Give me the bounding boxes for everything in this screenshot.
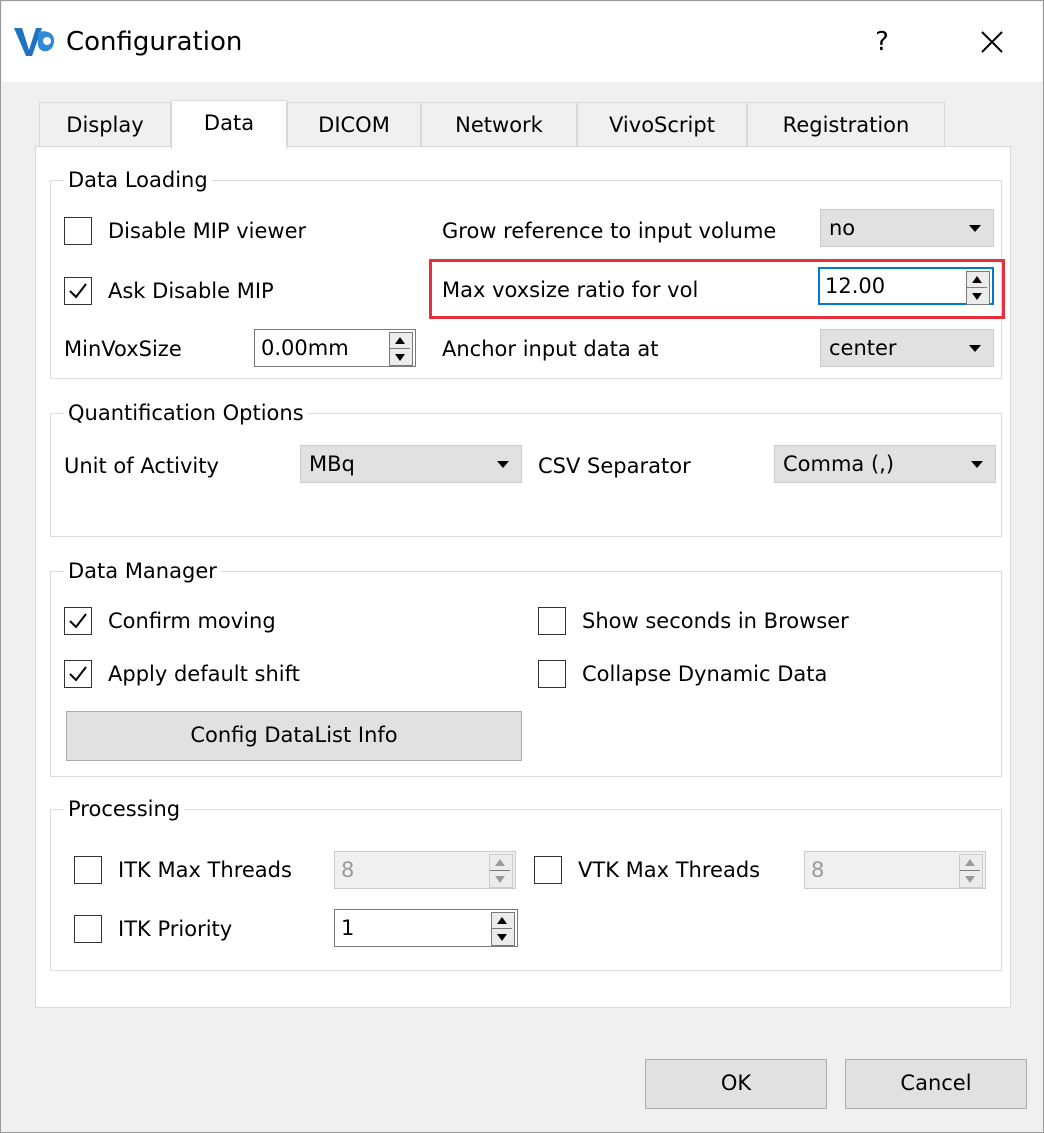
vtk-max-threads-value: 8: [811, 858, 825, 882]
cancel-button[interactable]: Cancel: [845, 1059, 1027, 1109]
disable-mip-checkbox[interactable]: [64, 217, 92, 245]
processing-title: Processing: [64, 796, 185, 822]
itk-priority-spinbox[interactable]: 1: [334, 909, 518, 947]
max-voxsize-ratio-value: 12.00: [825, 274, 886, 298]
chevron-down-icon: [971, 461, 983, 468]
max-voxsize-ratio-label: Max voxsize ratio for vol: [442, 278, 699, 302]
tab-registration[interactable]: Registration: [747, 102, 945, 148]
csv-separator-combo[interactable]: Comma (,): [774, 445, 996, 483]
app-logo-icon: [12, 22, 60, 62]
vtk-max-threads-spinbox[interactable]: 8: [804, 851, 986, 889]
apply-default-shift-label: Apply default shift: [108, 662, 300, 686]
close-icon: [981, 31, 1003, 53]
collapse-dynamic-label: Collapse Dynamic Data: [582, 662, 828, 686]
chevron-down-icon: [497, 461, 509, 468]
checkmark-icon: [69, 283, 87, 299]
anchor-value: center: [829, 336, 897, 360]
tab-display[interactable]: Display: [39, 102, 171, 148]
grow-reference-combo[interactable]: no: [820, 209, 994, 247]
ok-button[interactable]: OK: [645, 1059, 827, 1109]
unit-activity-combo[interactable]: MBq: [300, 445, 522, 483]
data-manager-title: Data Manager: [64, 558, 221, 584]
close-button[interactable]: [962, 20, 1022, 64]
confirm-moving-label: Confirm moving: [108, 609, 276, 633]
spin-arrows-icon[interactable]: [489, 854, 513, 888]
window-title: Configuration: [66, 27, 243, 57]
apply-default-shift-checkbox[interactable]: [64, 660, 92, 688]
collapse-dynamic-checkbox[interactable]: [538, 660, 566, 688]
tab-dicom[interactable]: DICOM: [287, 102, 421, 148]
unit-activity-value: MBq: [309, 452, 355, 476]
min-vox-size-label: MinVoxSize: [64, 337, 182, 361]
vtk-max-threads-label: VTK Max Threads: [578, 858, 761, 882]
configuration-dialog: Configuration ? Display Data DICOM Netwo…: [0, 0, 1044, 1133]
tab-network[interactable]: Network: [421, 102, 577, 148]
grow-reference-value: no: [829, 216, 856, 240]
itk-max-threads-label: ITK Max Threads: [118, 858, 292, 882]
spin-arrows-icon[interactable]: [959, 854, 983, 888]
tab-data[interactable]: Data: [171, 100, 287, 149]
config-datalist-button[interactable]: Config DataList Info: [66, 711, 522, 761]
help-button[interactable]: ?: [857, 20, 907, 64]
ask-disable-mip-label: Ask Disable MIP: [108, 279, 274, 303]
max-voxsize-ratio-spinbox[interactable]: 12.00: [818, 267, 994, 305]
spin-arrows-icon[interactable]: [491, 912, 515, 946]
unit-activity-label: Unit of Activity: [64, 454, 219, 478]
vtk-max-threads-checkbox[interactable]: [534, 856, 562, 884]
anchor-label: Anchor input data at: [442, 337, 659, 361]
checkmark-icon: [69, 666, 87, 682]
disable-mip-label: Disable MIP viewer: [108, 219, 307, 243]
csv-separator-label: CSV Separator: [538, 454, 691, 478]
quantification-title: Quantification Options: [64, 400, 308, 426]
min-vox-size-spinbox[interactable]: 0.00mm: [254, 329, 416, 367]
csv-separator-value: Comma (,): [783, 452, 895, 476]
title-bar: Configuration ?: [2, 2, 1042, 82]
data-tab-panel: Data Loading Disable MIP viewer Ask Disa…: [35, 146, 1011, 1008]
spin-arrows-icon[interactable]: [389, 332, 413, 366]
itk-priority-label: ITK Priority: [118, 917, 233, 941]
chevron-down-icon: [969, 225, 981, 232]
show-seconds-checkbox[interactable]: [538, 607, 566, 635]
checkmark-icon: [69, 613, 87, 629]
show-seconds-label: Show seconds in Browser: [582, 609, 849, 633]
spin-arrows-icon[interactable]: [966, 271, 990, 305]
grow-reference-label: Grow reference to input volume: [442, 219, 777, 243]
data-loading-title: Data Loading: [64, 167, 212, 193]
itk-priority-checkbox[interactable]: [74, 915, 102, 943]
processing-group: [50, 809, 1002, 971]
chevron-down-icon: [969, 345, 981, 352]
itk-max-threads-spinbox[interactable]: 8: [334, 851, 516, 889]
confirm-moving-checkbox[interactable]: [64, 607, 92, 635]
min-vox-size-value: 0.00mm: [261, 336, 349, 360]
itk-priority-value: 1: [341, 916, 355, 940]
tab-vivoscript[interactable]: VivoScript: [577, 102, 747, 148]
itk-max-threads-value: 8: [341, 858, 355, 882]
anchor-combo[interactable]: center: [820, 329, 994, 367]
itk-max-threads-checkbox[interactable]: [74, 856, 102, 884]
ask-disable-mip-checkbox[interactable]: [64, 277, 92, 305]
